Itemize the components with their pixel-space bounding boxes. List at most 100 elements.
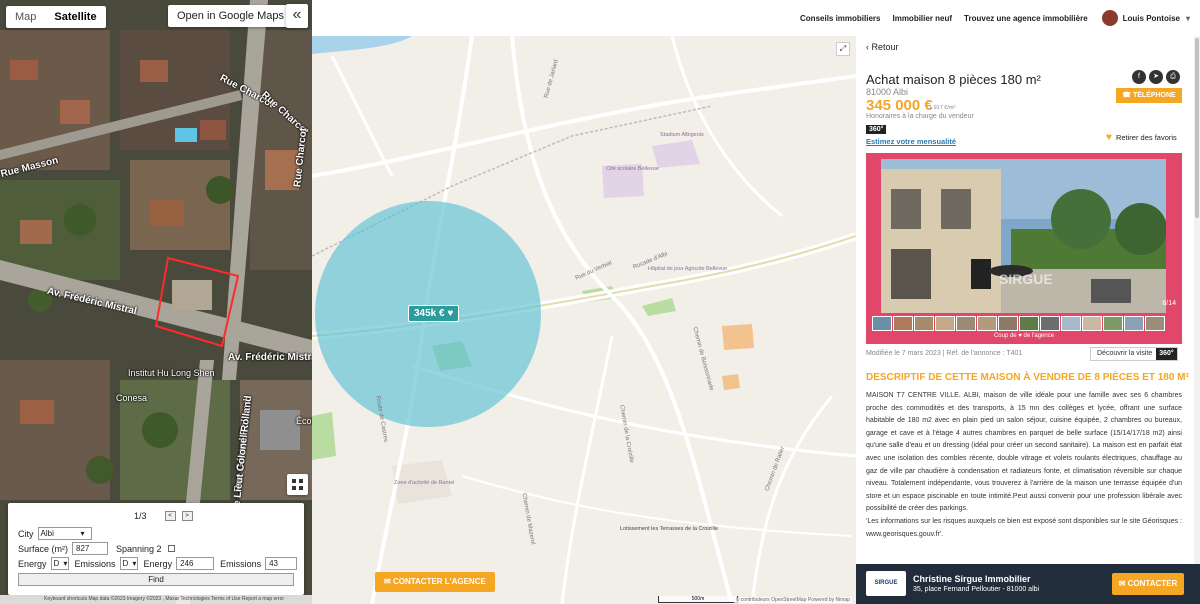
back-button[interactable]: ‹ Retour	[866, 42, 899, 52]
map-type-satellite[interactable]: Satellite	[45, 6, 105, 28]
chevron-down-icon: ▾	[63, 559, 68, 568]
filter-panel: 1/3 < > City Albi ▾ Surface (m²) 827 Span…	[8, 503, 304, 595]
description-text: MAISON T7 CENTRE VILLE. ALBI, maison de …	[866, 390, 1182, 541]
watermark: SIRGUE	[999, 271, 1053, 287]
city-row: City Albi ▾	[18, 527, 92, 540]
chevron-down-icon: ▾	[1185, 13, 1190, 23]
city-value: Albi	[40, 529, 54, 538]
emissions-value: D	[122, 559, 129, 568]
thumbnail[interactable]	[872, 316, 892, 331]
energy-label: Energy	[18, 558, 47, 569]
scrollbar-thumb[interactable]	[1195, 38, 1199, 218]
agency-logo: SIRGUE	[866, 571, 906, 596]
poi-label: Stadium Albigeois	[660, 132, 704, 138]
fullscreen-button[interactable]: ⤢	[836, 42, 850, 56]
thumbnail[interactable]	[1145, 316, 1165, 331]
grid-icon	[292, 479, 303, 490]
phone-button[interactable]: ☎ TÉLÉPHONE	[1116, 88, 1182, 103]
contact-agency-button[interactable]: ✉ CONTACTER L'AGENCE	[375, 572, 495, 592]
prev-button[interactable]: <	[164, 511, 176, 521]
poi-label: Conesa	[116, 393, 148, 403]
emissions-label: Emissions	[74, 558, 116, 569]
surface-label: Surface (m²)	[18, 543, 69, 554]
mail-icon: ✉	[1118, 579, 1128, 588]
fees-note: Honoraires à la charge du vendeur	[866, 113, 974, 120]
spanning-checkbox[interactable]	[167, 545, 175, 552]
poi-label: Cité scolaire Bellevue	[606, 166, 659, 172]
thumbnail[interactable]	[893, 316, 913, 331]
main-photo[interactable]: SIRGUE	[881, 159, 1166, 313]
back-label: Retour	[871, 42, 899, 52]
virtual-tour-badge: 360°	[1156, 348, 1177, 360]
nav-immobilier-neuf[interactable]: Immobilier neuf	[892, 14, 952, 23]
thumbnail[interactable]	[1103, 316, 1123, 331]
estimate-link[interactable]: Estimez votre mensualité	[866, 137, 956, 146]
agency-bar: SIRGUE Christine Sirgue Immobilier 35, p…	[856, 564, 1200, 604]
poi-label: Hôpital de jour Agricole Bellevue	[648, 266, 728, 272]
grid-view-button[interactable]	[287, 474, 308, 495]
nav-conseils[interactable]: Conseils immobiliers	[800, 14, 880, 23]
nav-trouvez-agence[interactable]: Trouvez une agence immobilière	[964, 14, 1088, 23]
modified-info: Modifiée le 7 mars 2023 | Réf. de l'anno…	[866, 350, 1023, 357]
emissions-value-label: Emissions	[220, 558, 262, 569]
thumbnail[interactable]	[1082, 316, 1102, 331]
find-button[interactable]: Find	[18, 573, 294, 586]
street-map[interactable]: Rocade d'Albi Rue du Verbial Route de Ca…	[312, 36, 856, 604]
heart-icon: ♥	[1106, 132, 1112, 143]
thumbnail[interactable]	[1040, 316, 1060, 331]
photo-gallery[interactable]: SIRGUE 8/14 Coup de ♥ de l'agence	[866, 153, 1182, 344]
surface-input[interactable]: 827	[72, 542, 109, 555]
poi-label: Institut Hu Long Shen	[128, 368, 215, 378]
map-type-map[interactable]: Map	[6, 6, 45, 28]
energy-input[interactable]: 246	[176, 557, 215, 570]
contact-agency-label: CONTACTER L'AGENCE	[392, 577, 486, 586]
listing-title: Achat maison 8 pièces 180 m²	[866, 72, 1041, 87]
user-name: Louis Pontoise	[1122, 13, 1180, 23]
thumbnail[interactable]	[935, 316, 955, 331]
energy-select[interactable]: D ▾	[50, 557, 69, 570]
telegram-icon[interactable]: ➤	[1149, 70, 1163, 84]
city-label: City	[18, 528, 34, 539]
satellite-map[interactable]: Map Satellite Open in Google Maps « Rue …	[0, 0, 312, 604]
virtual-tour-button[interactable]: Découvrir la visite 360°	[1090, 347, 1178, 361]
facebook-icon[interactable]: f	[1132, 70, 1146, 84]
emissions-input[interactable]: 43	[265, 557, 298, 570]
collapse-panel-button[interactable]: «	[286, 4, 308, 28]
thumbnail[interactable]	[1124, 316, 1144, 331]
listing-price: 345 000 €	[866, 97, 933, 114]
open-google-maps-button[interactable]: Open in Google Maps	[168, 5, 294, 27]
price-per-m2: 1 917 €/m²	[929, 105, 956, 111]
price-marker[interactable]: 345k € ♥	[408, 305, 460, 322]
road-label: Av. Frédéric Mistral	[228, 352, 312, 363]
thumbnail-strip	[872, 316, 1165, 331]
google-attribution: Keyboard shortcuts Map data ©2023 Imager…	[0, 595, 312, 604]
thumbnail[interactable]	[998, 316, 1018, 331]
user-menu[interactable]: Louis Pontoise ▾	[1101, 10, 1190, 26]
description-paragraph: MAISON T7 CENTRE VILLE. ALBI, maison de …	[866, 392, 1182, 513]
spanning-label: Spanning 2	[116, 543, 162, 554]
agency-address: 35, place Fernand Pelloutier - 81000 alb…	[913, 586, 1040, 593]
remove-favorite-label: Retirer des favoris	[1115, 133, 1177, 142]
thumbnail[interactable]	[956, 316, 976, 331]
scrollbar[interactable]	[1194, 36, 1200, 564]
description-paragraph: 'Les informations sur les risques auxque…	[866, 517, 1182, 538]
photo-counter: 8/14	[1162, 300, 1176, 307]
emissions-select[interactable]: D ▾	[119, 557, 138, 570]
thumbnail[interactable]	[977, 316, 997, 331]
print-icon[interactable]: ⎙	[1166, 70, 1180, 84]
thumbnail[interactable]	[1061, 316, 1081, 331]
agency-contact-button[interactable]: ✉ CONTACTER	[1112, 573, 1184, 595]
thumbnail[interactable]	[914, 316, 934, 331]
house-photo	[881, 159, 1166, 313]
poi-label: Écol	[296, 416, 312, 426]
thumbnail[interactable]	[1019, 316, 1039, 331]
phone-icon: ☎	[1122, 92, 1133, 99]
phone-label: TÉLÉPHONE	[1132, 92, 1176, 99]
remove-favorite-button[interactable]: ♥ Retirer des favoris	[1106, 132, 1177, 143]
listing-city: 81000 Albi	[866, 87, 909, 97]
poi-label: Zone d'activité de Rantel	[394, 480, 455, 486]
next-button[interactable]: >	[181, 511, 193, 521]
badge-360: 360°	[866, 125, 887, 134]
pager-count: 1/3	[134, 511, 147, 521]
city-select[interactable]: Albi ▾	[37, 527, 92, 540]
